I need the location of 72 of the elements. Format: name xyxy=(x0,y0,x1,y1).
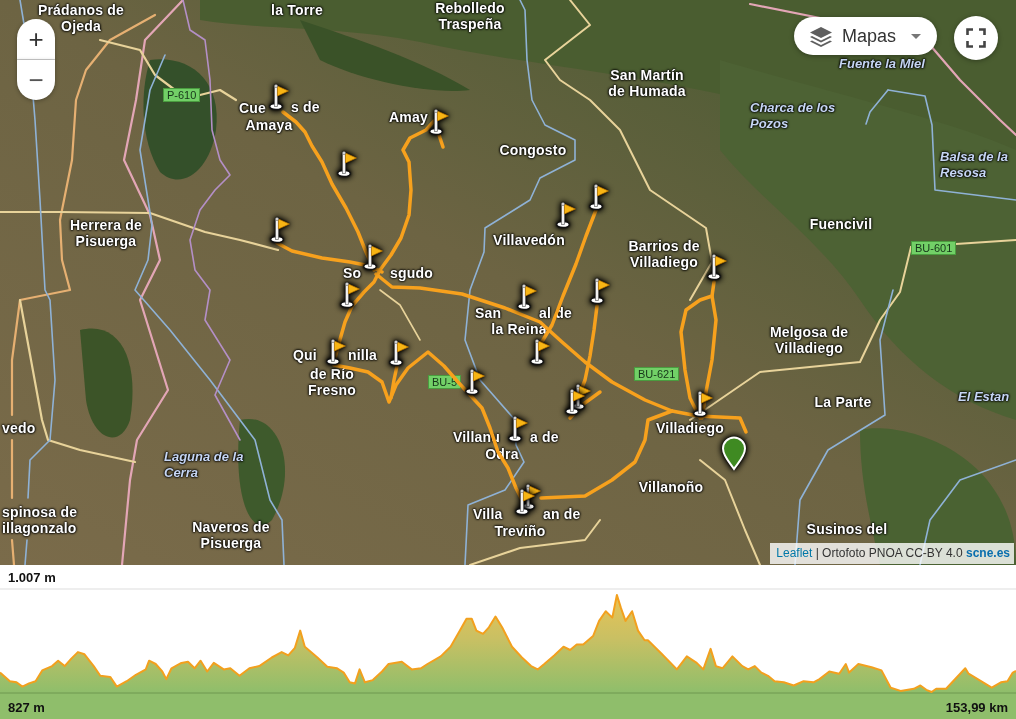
flag-icon[interactable] xyxy=(556,202,576,228)
road-number-label: BU-601 xyxy=(911,241,957,255)
flag-icon[interactable] xyxy=(270,217,290,243)
flag-icon[interactable] xyxy=(530,339,550,365)
water-label: Laguna de la Cerra xyxy=(164,449,244,481)
flag-icon[interactable] xyxy=(340,282,360,308)
map-pin-icon[interactable] xyxy=(721,436,747,471)
water-label: Balsa de la Resosa xyxy=(940,149,1008,181)
flag-icon[interactable] xyxy=(565,389,585,415)
place-label: Qui xyxy=(293,347,317,363)
flag-icon[interactable] xyxy=(429,109,449,135)
place-label: Villanoño xyxy=(638,479,704,495)
flag-icon[interactable] xyxy=(389,340,409,366)
flag-icon[interactable] xyxy=(517,284,537,310)
flag-icon[interactable] xyxy=(508,416,528,442)
place-label: Amaya xyxy=(245,117,293,133)
place-label: San xyxy=(475,305,502,321)
place-label: Fuencivil xyxy=(809,216,873,232)
place-label: Cue xyxy=(239,100,267,116)
place-label: de Río Fresno xyxy=(308,366,356,398)
place-label: spinosa de illagonzalo xyxy=(2,504,78,536)
place-label: la Torre xyxy=(271,2,323,18)
flag-icon[interactable] xyxy=(269,84,289,110)
flag-icon[interactable] xyxy=(590,278,610,304)
attribution-link[interactable]: Leaflet xyxy=(776,546,813,560)
place-label: Villavedón xyxy=(493,232,565,248)
place-label: Villadiego xyxy=(656,420,724,436)
place-label: Congosto xyxy=(499,142,567,158)
flag-icon[interactable] xyxy=(707,254,727,280)
fullscreen-icon xyxy=(966,28,986,48)
axis-label: 1.007 m xyxy=(8,570,56,585)
place-label: vedo xyxy=(2,420,36,436)
place-label: a de xyxy=(530,429,559,445)
flag-icon[interactable] xyxy=(337,151,357,177)
place-label: Herrera de Pisuerga xyxy=(70,217,142,249)
road-number-label: BU-621 xyxy=(634,367,680,381)
layers-icon xyxy=(809,25,833,47)
zoom-in-button[interactable]: + xyxy=(17,19,55,60)
place-label: La Parte xyxy=(814,394,872,410)
flag-icon[interactable] xyxy=(693,391,713,417)
place-label: San Martín de Humada xyxy=(608,67,686,99)
place-label: Rebolledo Traspeña xyxy=(435,0,505,32)
place-label: sgudo xyxy=(390,265,433,281)
water-label: El Estan xyxy=(958,389,1010,405)
flag-icon[interactable] xyxy=(515,489,535,515)
flag-icon[interactable] xyxy=(363,244,383,270)
water-label: Fuente la Miel xyxy=(839,56,925,72)
attribution-link[interactable]: scne.es xyxy=(965,546,1010,560)
place-label: Susinos del xyxy=(806,521,888,537)
place-label: la Reina xyxy=(491,321,547,337)
road-number-label: P-610 xyxy=(163,88,201,102)
axis-label: 827 m xyxy=(8,700,45,715)
place-label: Amay xyxy=(389,109,428,125)
layers-button[interactable]: Mapas xyxy=(794,17,937,55)
water-label: Charca de los Pozos xyxy=(750,100,836,132)
attribution-text: Leaflet | Ortofoto PNOA CC-BY 4.0 scne.es xyxy=(770,543,1014,564)
flag-icon[interactable] xyxy=(326,339,346,365)
place-label: s de xyxy=(291,99,320,115)
flag-icon[interactable] xyxy=(589,184,609,210)
caret-icon xyxy=(911,33,921,39)
flag-icon[interactable] xyxy=(465,369,485,395)
place-label: Villa xyxy=(473,506,503,522)
place-label: an de xyxy=(543,506,581,522)
axis-label: 153,99 km xyxy=(945,700,1008,715)
place-label: Naveros de Pisuerga xyxy=(192,519,270,551)
place-label: Treviño xyxy=(494,523,546,539)
place-label: So xyxy=(343,265,362,281)
place-label: Barrios de Villadiego xyxy=(628,238,700,270)
road-number-label: BU-5 xyxy=(428,375,462,389)
place-label: nilla xyxy=(348,347,377,363)
zoom-out-button[interactable]: − xyxy=(17,60,55,100)
place-label: Melgosa de Villadiego xyxy=(769,324,849,356)
